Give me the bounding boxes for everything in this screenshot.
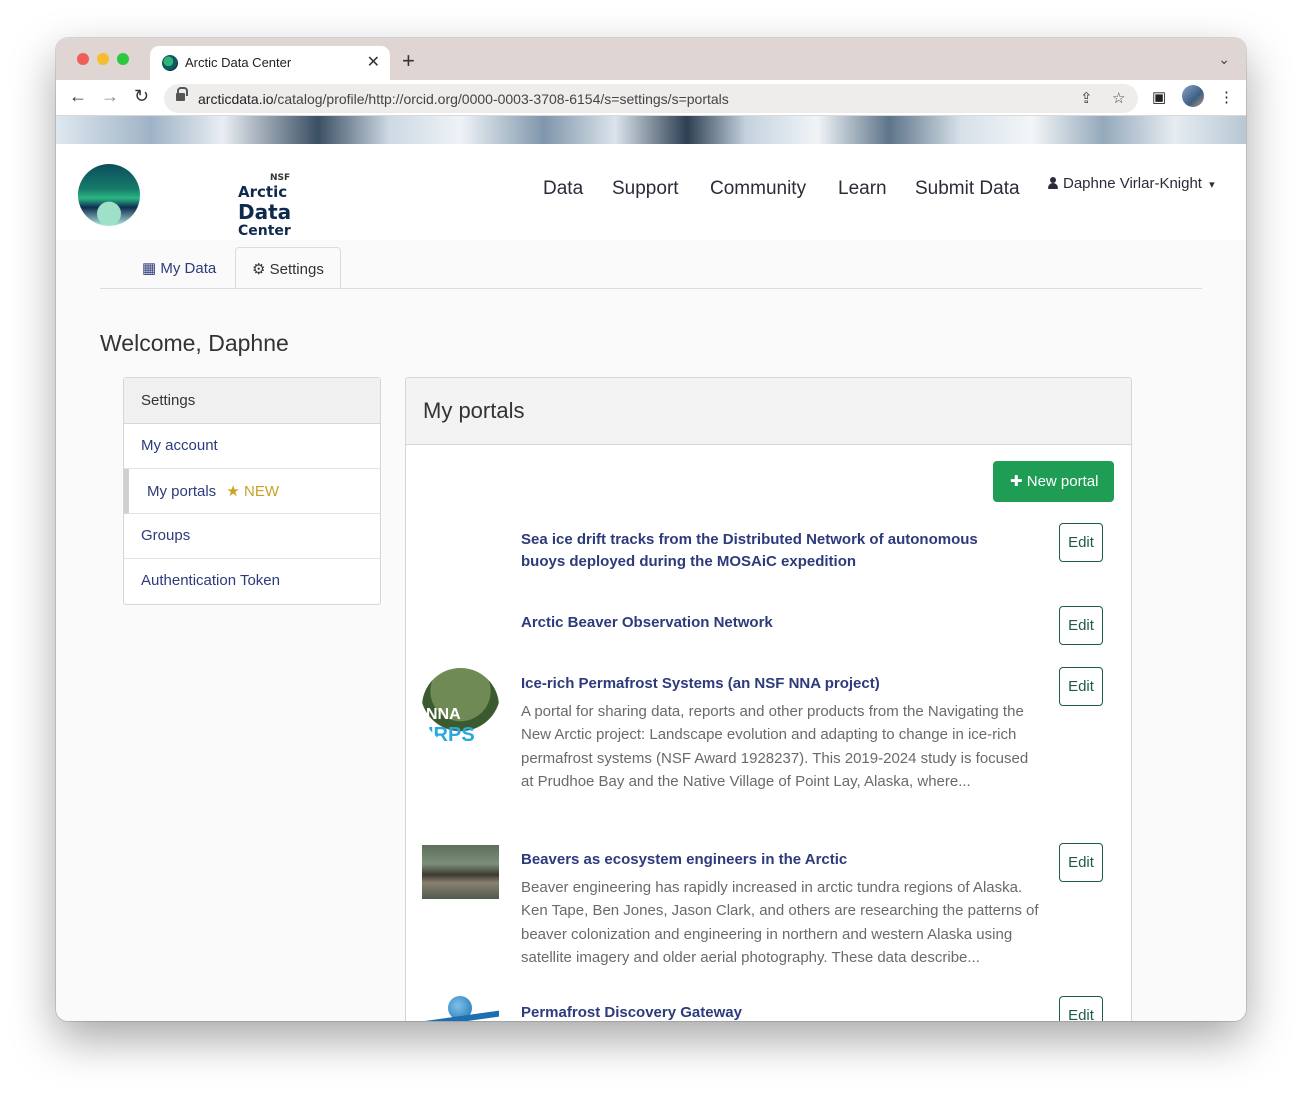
close-window-button[interactable]: [77, 53, 89, 65]
side-panel-icon[interactable]: ▣: [1152, 88, 1166, 106]
logo-line-2: Data: [238, 200, 292, 224]
portal-title-link[interactable]: Ice-rich Permafrost Systems (an NSF NNA …: [521, 673, 1001, 695]
address-url: arcticdata.io/catalog/profile/http://orc…: [198, 91, 729, 107]
nav-submit-data[interactable]: Submit Data: [915, 178, 1020, 200]
nav-support[interactable]: Support: [612, 178, 679, 200]
portal-title-link[interactable]: Sea ice drift tracks from the Distribute…: [521, 529, 1001, 573]
share-icon[interactable]: ⇪: [1080, 89, 1093, 107]
chevron-down-icon: ▾: [1209, 179, 1215, 191]
welcome-heading: Welcome, Daphne: [100, 330, 289, 356]
menu-item-my-portals[interactable]: My portals ★ NEW: [124, 469, 380, 514]
tabs-divider: [100, 288, 1202, 289]
portals-panel: My portals ✚ New portal Sea ice drift tr…: [405, 377, 1132, 1021]
tab-settings[interactable]: ⚙ Settings: [235, 247, 341, 289]
nav-community[interactable]: Community: [710, 178, 806, 200]
thumbnail-text-irps: IRPS: [428, 724, 475, 745]
close-tab-icon[interactable]: ✕: [367, 52, 380, 72]
settings-menu-heading: Settings: [124, 378, 380, 424]
logo-line-3: Center: [238, 223, 291, 239]
portal-title-link[interactable]: Beavers as ecosystem engineers in the Ar…: [521, 849, 1001, 871]
reload-icon[interactable]: ↻: [134, 86, 149, 107]
tab-title: Arctic Data Center: [185, 55, 292, 70]
portals-heading: My portals: [406, 378, 1131, 445]
menu-item-my-account[interactable]: My account: [124, 424, 380, 469]
new-portal-label: New portal: [1026, 473, 1099, 490]
logo-nsf: NSF: [270, 173, 291, 183]
nav-data[interactable]: Data: [543, 178, 583, 200]
browser-toolbar: ← → ↻ arcticdata.io/catalog/profile/http…: [56, 80, 1246, 116]
portal-description: Beaver engineering has rapidly increased…: [521, 879, 1039, 967]
edit-portal-button[interactable]: Edit: [1059, 667, 1103, 706]
minimize-window-button[interactable]: [97, 53, 109, 65]
aurora-logo-icon: [78, 164, 140, 226]
menu-item-groups[interactable]: Groups: [124, 514, 380, 559]
edit-portal-button[interactable]: Edit: [1059, 606, 1103, 645]
portal-thumbnail-pdg-globe-icon[interactable]: [422, 996, 499, 1021]
edit-portal-button[interactable]: Edit: [1059, 843, 1103, 882]
edit-portal-button[interactable]: Edit: [1059, 996, 1103, 1021]
plus-icon: ✚: [1010, 473, 1023, 490]
menu-item-authentication-token[interactable]: Authentication Token: [124, 559, 380, 604]
portal-description: A portal for sharing data, reports and o…: [521, 703, 1029, 791]
forward-arrow-icon[interactable]: →: [101, 86, 119, 107]
bookmark-star-icon[interactable]: ☆: [1112, 89, 1125, 107]
gear-icon: ⚙: [252, 261, 266, 278]
logo-line-1: Arctic: [238, 183, 288, 201]
portal-thumbnail-nna-irps[interactable]: NNA IRPS: [422, 668, 499, 745]
browser-window: Arctic Data Center ✕ + ⌄ ← → ↻ arcticdat…: [56, 38, 1246, 1021]
portal-thumbnail-beavers[interactable]: [422, 845, 499, 899]
address-bar[interactable]: arcticdata.io/catalog/profile/http://orc…: [164, 84, 1138, 113]
user-icon: [1048, 177, 1058, 189]
menu-item-my-portals-label: My portals: [147, 483, 217, 500]
tab-bar: Arctic Data Center ✕ + ⌄: [56, 38, 1246, 80]
browser-menu-icon[interactable]: ⋮: [1219, 88, 1234, 106]
mountain-banner-image: [56, 116, 1246, 144]
nav-learn[interactable]: Learn: [838, 178, 887, 200]
new-tab-button[interactable]: +: [402, 48, 415, 74]
user-menu[interactable]: Daphne Virlar-Knight ▾: [1048, 175, 1215, 192]
page-content: ▦ My Data ⚙ Settings Welcome, Daphne Set…: [56, 240, 1246, 1021]
star-icon: ★: [226, 483, 240, 500]
new-badge-label: NEW: [243, 483, 279, 500]
portal-title-link[interactable]: Arctic Beaver Observation Network: [521, 612, 1001, 634]
tab-my-data[interactable]: ▦ My Data: [126, 247, 232, 289]
maximize-window-button[interactable]: [117, 53, 129, 65]
tab-search-chevron-icon[interactable]: ⌄: [1218, 51, 1230, 68]
edit-portal-button[interactable]: Edit: [1059, 523, 1103, 562]
user-name: Daphne Virlar-Knight: [1063, 175, 1202, 192]
lock-icon: [176, 87, 188, 103]
portal-title-link[interactable]: Permafrost Discovery Gateway: [521, 1002, 1001, 1021]
table-icon: ▦: [142, 260, 157, 277]
settings-menu: Settings My account My portals ★ NEW Gro…: [123, 377, 381, 605]
new-badge: ★ NEW: [226, 483, 279, 500]
back-arrow-icon[interactable]: ←: [69, 86, 87, 107]
site-header: NSF Arctic Data Center Data Support Comm…: [56, 144, 1246, 240]
browser-profile-avatar[interactable]: [1182, 85, 1204, 107]
new-portal-button[interactable]: ✚ New portal: [993, 461, 1114, 502]
browser-tab[interactable]: Arctic Data Center ✕: [150, 46, 390, 80]
tab-my-data-label: My Data: [160, 260, 217, 277]
tab-settings-label: Settings: [269, 261, 324, 278]
site-favicon-icon: [162, 55, 178, 71]
thumbnail-text-nna: NNA: [426, 706, 461, 723]
